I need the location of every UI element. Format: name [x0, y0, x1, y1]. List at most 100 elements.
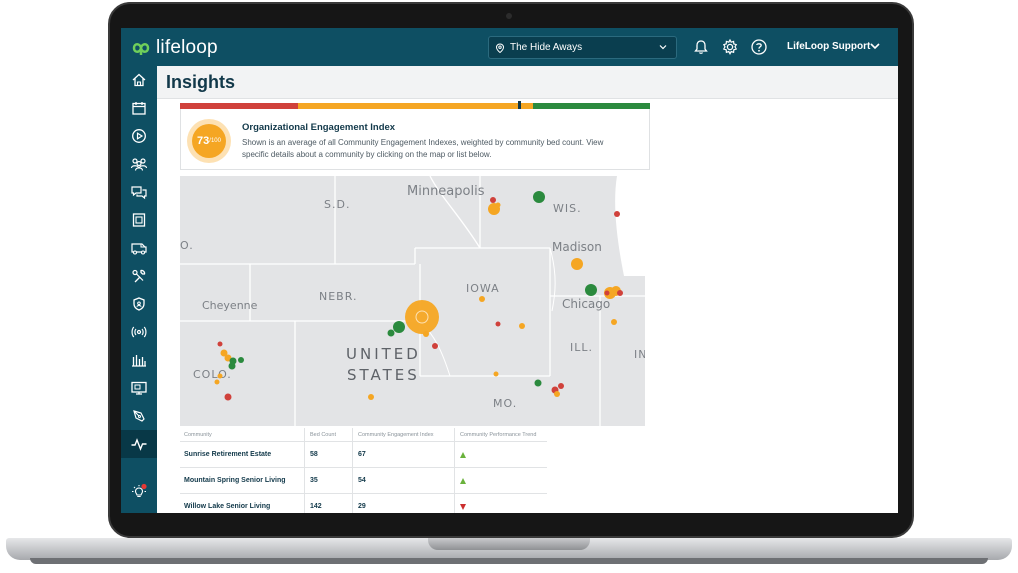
logo-icon	[132, 43, 150, 55]
engagement-index: 29	[353, 494, 455, 513]
column-header-bed-count[interactable]: Bed Count	[305, 428, 353, 441]
trend-up-icon	[460, 451, 466, 458]
logo[interactable]: lifeloop	[131, 37, 218, 59]
residents-icon	[130, 158, 148, 171]
trend-cell	[455, 468, 547, 493]
community-name[interactable]: Willow Lake Senior Living	[180, 494, 305, 513]
location-value: The Hide Aways	[510, 42, 583, 53]
laptop-notch	[428, 538, 590, 550]
community-marker	[611, 319, 617, 325]
bed-count: 58	[305, 442, 353, 467]
sidebar-item-display[interactable]	[121, 206, 157, 234]
engagement-index-card: 73/100 Organizational Engagement Index S…	[180, 109, 650, 170]
location-pin-icon	[495, 42, 505, 53]
bed-count: 142	[305, 494, 353, 513]
score-badge: 73/100	[192, 124, 226, 158]
community-marker	[238, 357, 244, 363]
community-marker	[571, 258, 583, 270]
sidebar-item-signage[interactable]	[121, 374, 157, 402]
column-header-community[interactable]: Community	[180, 428, 305, 441]
messages-icon	[131, 186, 147, 200]
score-max: /100	[209, 138, 221, 144]
pen-icon	[133, 410, 145, 422]
trend-cell	[455, 494, 547, 513]
community-marker	[217, 341, 223, 347]
lightbulb-icon	[132, 483, 147, 498]
community-marker	[224, 393, 232, 401]
community-marker	[585, 284, 597, 296]
community-marker	[495, 321, 501, 327]
community-marker	[495, 202, 501, 208]
community-marker	[617, 290, 623, 296]
community-marker	[490, 197, 496, 203]
maintenance-icon	[132, 269, 146, 283]
communities-table: Community Bed Count Community Engagement…	[180, 428, 547, 513]
sidebar-item-transport[interactable]	[121, 234, 157, 262]
page-header: Insights	[157, 66, 898, 99]
sidebar-item-reports[interactable]	[121, 346, 157, 374]
app-screen: lifeloop The Hide Aways LifeLoop Support…	[121, 28, 898, 513]
community-marker	[214, 379, 220, 385]
trend-up-icon	[460, 477, 466, 484]
chevron-down-icon	[659, 45, 667, 50]
location-select[interactable]: The Hide Aways	[488, 36, 677, 59]
community-name[interactable]: Sunrise Retirement Estate	[180, 442, 305, 467]
home-icon	[132, 73, 146, 87]
sidebar-item-calendar[interactable]	[121, 94, 157, 122]
engagement-index-description: Shown is an average of all Community Eng…	[242, 138, 604, 159]
calendar-icon	[132, 102, 146, 115]
column-header-index[interactable]: Community Engagement Index	[353, 428, 455, 441]
engagement-index: 54	[353, 468, 455, 493]
community-marker	[405, 300, 439, 334]
bed-count: 35	[305, 468, 353, 493]
community-marker	[387, 329, 395, 337]
sidebar-item-maintenance[interactable]	[121, 262, 157, 290]
community-marker	[558, 383, 564, 389]
laptop-foot	[30, 558, 988, 564]
community-marker	[479, 296, 485, 302]
broadcast-icon	[131, 326, 147, 338]
column-header-trend[interactable]: Community Performance Trend	[455, 428, 547, 441]
sidebar-item-messages[interactable]	[121, 178, 157, 206]
trend-cell	[455, 442, 547, 467]
sidebar-item-residents[interactable]	[121, 150, 157, 178]
sidebar-item-media[interactable]	[121, 122, 157, 150]
sidebar	[121, 66, 157, 513]
engagement-index: 67	[353, 442, 455, 467]
table-row[interactable]: Sunrise Retirement Estate 58 67	[180, 442, 547, 468]
sidebar-item-home[interactable]	[121, 66, 157, 94]
community-marker	[228, 362, 236, 370]
sidebar-item-ideas[interactable]	[121, 478, 157, 506]
community-marker	[614, 211, 620, 217]
page-title: Insights	[166, 72, 236, 92]
table-row[interactable]: Mountain Spring Senior Living 35 54	[180, 468, 547, 494]
community-name[interactable]: Mountain Spring Senior Living	[180, 468, 305, 493]
community-markers	[214, 191, 623, 401]
brand-name: lifeloop	[156, 37, 218, 58]
score-value: 73	[197, 135, 210, 147]
help-icon[interactable]	[750, 38, 768, 56]
community-marker	[432, 343, 438, 349]
gear-icon[interactable]	[721, 38, 739, 56]
trend-down-icon	[460, 503, 466, 510]
bell-icon[interactable]	[692, 38, 710, 56]
chevron-down-icon[interactable]	[869, 40, 881, 52]
camera	[506, 13, 512, 19]
sidebar-item-sign[interactable]	[121, 402, 157, 430]
communities-map[interactable]: Minneapolis S.D. WIS. Madison IOWA NEBR.…	[180, 176, 645, 426]
table-row[interactable]: Willow Lake Senior Living 142 29	[180, 494, 547, 513]
community-marker	[217, 373, 223, 379]
sidebar-item-security[interactable]	[121, 290, 157, 318]
community-marker	[393, 321, 405, 333]
community-marker	[493, 371, 499, 377]
display-icon	[132, 213, 146, 227]
signage-icon	[131, 381, 147, 395]
top-bar: lifeloop The Hide Aways LifeLoop Support	[121, 28, 898, 66]
community-marker	[423, 331, 429, 337]
sidebar-item-insights[interactable]	[121, 430, 157, 458]
community-marker	[519, 323, 525, 329]
user-menu[interactable]: LifeLoop Support	[787, 41, 870, 52]
sidebar-item-broadcast[interactable]	[121, 318, 157, 346]
table-header: Community Bed Count Community Engagement…	[180, 428, 547, 442]
community-marker	[554, 391, 560, 397]
